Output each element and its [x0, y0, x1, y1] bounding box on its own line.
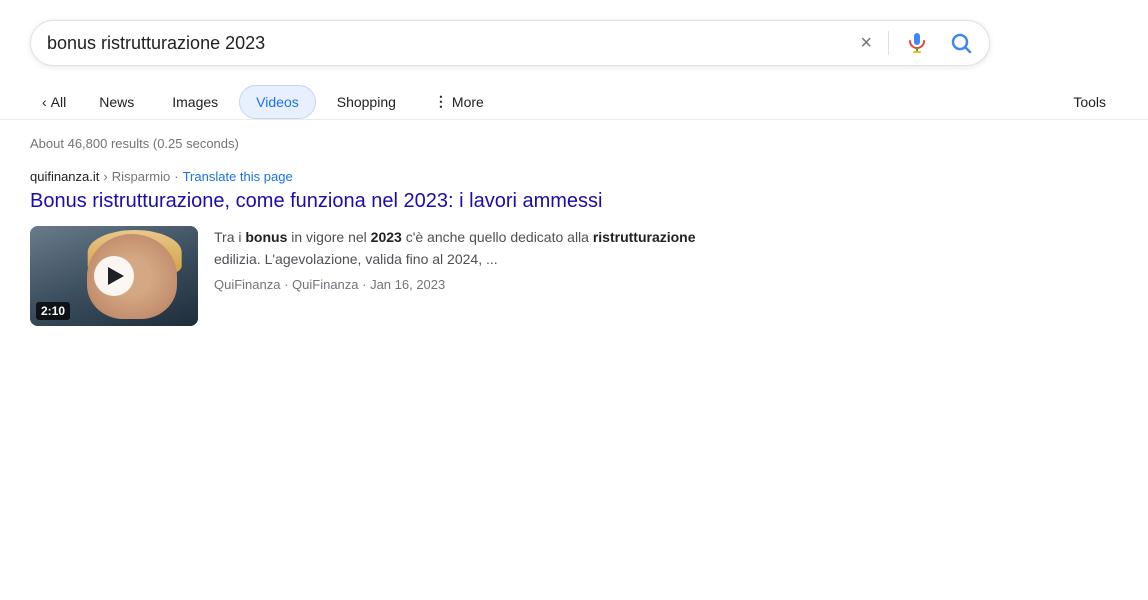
- search-icons: ×: [860, 31, 973, 55]
- search-bar-area: ×: [0, 0, 1148, 78]
- tab-more[interactable]: ⋮ More: [417, 84, 501, 119]
- tab-images[interactable]: Images: [155, 85, 235, 119]
- voice-icon[interactable]: [905, 31, 929, 55]
- result-body: 2:10 Tra i bonus in vigore nel 2023 c'è …: [30, 226, 730, 326]
- duration-badge: 2:10: [36, 302, 70, 320]
- tab-news[interactable]: News: [82, 85, 151, 119]
- more-dots-icon: ⋮: [434, 93, 448, 110]
- snippet-source: QuiFinanza · QuiFinanza · Jan 16, 2023: [214, 277, 730, 292]
- play-triangle-icon: [108, 267, 124, 285]
- tab-back-all[interactable]: ‹ All: [30, 86, 78, 118]
- play-button[interactable]: [94, 256, 134, 296]
- chevron-left-icon: ‹: [42, 94, 47, 110]
- result-source: quifinanza.it › Risparmio · Translate th…: [30, 169, 730, 184]
- tab-shopping[interactable]: Shopping: [320, 85, 413, 119]
- more-label: More: [452, 94, 484, 110]
- tabs-area: ‹ All News Images Videos Shopping ⋮ More…: [0, 78, 1148, 120]
- site-name: quifinanza.it: [30, 169, 99, 184]
- translate-link[interactable]: Translate this page: [183, 169, 293, 184]
- tab-videos[interactable]: Videos: [239, 85, 316, 119]
- search-input[interactable]: [47, 33, 860, 54]
- breadcrumb-path: Risparmio: [112, 169, 171, 184]
- divider: [888, 31, 889, 55]
- result-thumbnail[interactable]: 2:10: [30, 226, 198, 326]
- result-snippet: Tra i bonus in vigore nel 2023 c'è anche…: [214, 226, 730, 292]
- results-count: About 46,800 results (0.25 seconds): [30, 136, 1118, 151]
- result-item: quifinanza.it › Risparmio · Translate th…: [30, 169, 730, 326]
- search-submit-icon[interactable]: [949, 31, 973, 55]
- tab-all-label: All: [51, 94, 67, 110]
- clear-icon[interactable]: ×: [860, 33, 872, 53]
- breadcrumb-sep: ›: [103, 169, 107, 184]
- results-area: About 46,800 results (0.25 seconds) quif…: [0, 120, 1148, 346]
- result-title[interactable]: Bonus ristrutturazione, come funziona ne…: [30, 188, 730, 214]
- tab-tools[interactable]: Tools: [1061, 86, 1118, 118]
- snippet-text: Tra i bonus in vigore nel 2023 c'è anche…: [214, 226, 730, 271]
- dot-sep: ·: [174, 169, 178, 184]
- search-box: ×: [30, 20, 990, 66]
